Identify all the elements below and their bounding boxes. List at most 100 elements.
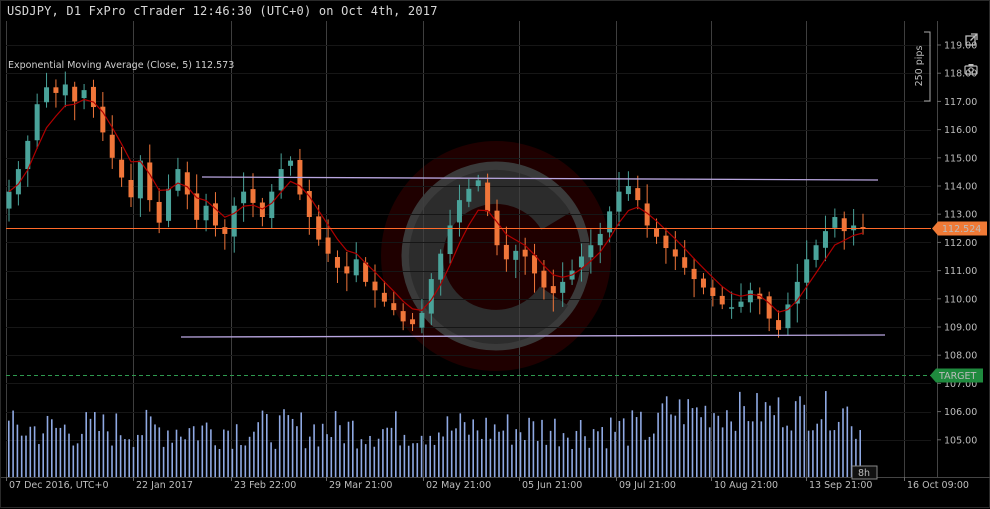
volume-bar — [89, 418, 92, 477]
volume-bar — [485, 417, 487, 477]
volume-bar — [386, 427, 388, 477]
volume-bar — [481, 438, 483, 477]
volume-bar — [846, 406, 849, 477]
indicator-label[interactable]: Exponential Moving Average (Close, 5) 11… — [8, 60, 234, 71]
volume-bar — [274, 448, 277, 477]
candle-body — [259, 202, 265, 218]
volume-bar — [149, 416, 152, 477]
volume-bar — [8, 420, 10, 477]
volume-bar — [708, 427, 711, 477]
volume-bar — [407, 445, 410, 477]
volume-bar — [833, 430, 836, 477]
volume-bar — [313, 424, 315, 477]
volume-bar — [377, 438, 380, 477]
volume-bar — [416, 443, 419, 477]
candle-body — [288, 160, 294, 166]
volume-bar — [309, 436, 311, 477]
candle-body — [175, 169, 181, 191]
volume-bar — [192, 426, 195, 477]
popout-button[interactable] — [962, 30, 980, 48]
volume-bar — [665, 396, 668, 477]
candle-body — [203, 205, 209, 221]
volume-bar — [85, 412, 87, 477]
volume-bar — [184, 439, 186, 477]
chart-window: 119.00 118.00 117.00 116.00 115.00 114.00 113.… — [0, 0, 990, 508]
volume-bar — [330, 437, 333, 477]
volume-bar — [687, 399, 689, 477]
candle-body — [137, 160, 143, 199]
volume-bar — [352, 420, 354, 477]
candle-body — [34, 104, 40, 141]
candle-body — [166, 188, 172, 221]
volume-bar — [16, 424, 19, 477]
volume-bar — [360, 439, 363, 477]
volume-bar — [713, 413, 715, 477]
volume-bar — [429, 435, 431, 477]
pip-scale-label: 250 pips — [914, 46, 925, 87]
volume-bar — [627, 445, 629, 477]
price-tick-label: 112.00 — [944, 238, 977, 249]
volume-bar — [786, 425, 788, 477]
volume-bar — [837, 421, 840, 477]
volume-bar — [364, 444, 367, 477]
volume-bar — [257, 422, 259, 477]
volume-bar — [244, 445, 247, 477]
price-chart[interactable]: 119.00118.00117.00116.00115.00114.00113.… — [1, 1, 990, 509]
volume-bar — [472, 419, 474, 477]
volume-bar — [769, 405, 771, 477]
volume-bar — [519, 432, 522, 477]
volume-bar — [291, 418, 294, 477]
price-tick-label: 110.00 — [944, 294, 977, 305]
candle-body — [738, 301, 744, 307]
candle-body — [278, 169, 284, 191]
volume-bar — [128, 439, 130, 477]
chart-title: USDJPY, D1 FxPro cTrader 12:46:30 (UTC+0… — [7, 4, 438, 18]
candle-body — [729, 307, 735, 309]
candle-body — [475, 180, 481, 187]
volume-bar — [700, 417, 702, 477]
volume-bar — [605, 448, 608, 477]
candle-body — [353, 259, 359, 276]
volume-bar — [674, 415, 677, 477]
volume-bar — [721, 427, 724, 477]
candle-body — [494, 210, 500, 246]
candle-body — [532, 255, 538, 274]
price-axis: 119.00118.00117.00116.00115.00114.00113.… — [930, 21, 987, 477]
price-tick-label: 105.00 — [944, 435, 977, 446]
volume-bar — [231, 448, 234, 477]
volume-bar — [532, 421, 535, 477]
volume-bar — [68, 433, 70, 477]
volume-bar — [106, 431, 109, 477]
candle-body — [231, 205, 237, 237]
candle-body — [747, 290, 753, 303]
volume-bar — [227, 430, 229, 477]
volume-bar — [842, 408, 844, 477]
candle-body — [560, 281, 566, 293]
candle-body — [503, 244, 509, 260]
volume-bar — [730, 421, 732, 477]
volume-bar — [726, 410, 728, 477]
volume-bar — [683, 424, 685, 477]
volume-bar — [158, 427, 161, 477]
volume-bar — [188, 428, 191, 477]
candle-body — [541, 270, 547, 288]
volume-bar — [266, 414, 268, 477]
candle-body — [682, 257, 688, 268]
volume-bar — [141, 435, 143, 477]
volume-bar — [278, 415, 281, 477]
price-tick-label: 109.00 — [944, 323, 977, 334]
screenshot-button[interactable] — [962, 60, 980, 78]
volume-bar — [339, 425, 341, 477]
volume-bar — [450, 430, 453, 477]
volume-bar — [601, 427, 603, 477]
volume-bar — [558, 446, 560, 477]
volume-bar — [175, 429, 178, 477]
candle-body — [316, 216, 322, 240]
candle-body — [588, 245, 594, 258]
volume-bar — [132, 446, 135, 477]
volume-bar — [825, 391, 827, 477]
candle-body — [325, 237, 331, 254]
volume-bar — [528, 417, 530, 477]
candle-body — [550, 286, 556, 294]
volume-bar — [55, 427, 57, 477]
